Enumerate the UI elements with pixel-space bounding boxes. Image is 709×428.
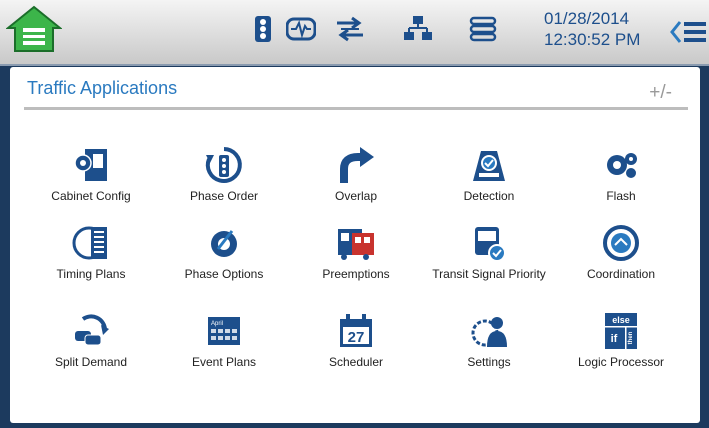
app-event-plans[interactable]: April Event Plans (164, 311, 284, 391)
app-settings[interactable]: Settings (429, 311, 549, 391)
app-label: Split Demand (54, 355, 128, 369)
signal-head-icon[interactable] (250, 14, 276, 44)
app-label: Preemptions (322, 267, 390, 281)
app-label: Phase Options (184, 267, 264, 281)
scheduler-calendar-icon: 27 (340, 314, 372, 347)
app-coordination[interactable]: Coordination (561, 223, 681, 303)
app-label: Overlap (334, 189, 378, 203)
home-icon (5, 5, 63, 52)
date-time-display: 01/28/2014 12:30:52 PM (544, 8, 664, 50)
app-label: Timing Plans (56, 267, 126, 281)
app-timing-plans[interactable]: Timing Plans (31, 223, 151, 303)
traffic-applications-panel: Traffic Applications +/- Cabinet Config … (10, 67, 700, 423)
app-label: Logic Processor (577, 355, 665, 369)
detection-icon (473, 151, 505, 181)
zoom-toggle-button[interactable]: +/- (649, 82, 672, 104)
flash-gears-icon (607, 153, 637, 178)
app-split-demand[interactable]: Split Demand (31, 311, 151, 391)
app-label: Phase Order (189, 189, 259, 203)
app-detection[interactable]: Detection (429, 145, 549, 225)
phase-options-icon (211, 230, 237, 257)
overlap-arrow-icon (340, 147, 374, 183)
split-demand-icon (75, 314, 109, 346)
logic-if-text: if (611, 333, 618, 345)
panel-title: Traffic Applications (27, 78, 178, 98)
app-label: Detection (463, 189, 515, 203)
home-button[interactable] (5, 4, 63, 54)
app-label: Event Plans (191, 355, 257, 369)
waveform-icon[interactable] (284, 14, 318, 44)
swap-arrows-icon[interactable] (333, 14, 367, 44)
logic-else-text: else (612, 315, 630, 325)
app-label: Settings (467, 355, 511, 369)
app-cabinet-config[interactable]: Cabinet Config (31, 145, 151, 225)
app-preemptions[interactable]: Preemptions (296, 223, 416, 303)
date-text: 01/28/2014 (544, 9, 630, 28)
transit-bus-icon (475, 227, 506, 262)
preemption-vehicles-icon (338, 229, 374, 260)
app-phase-order[interactable]: Phase Order (164, 145, 284, 225)
timing-plans-icon (72, 226, 107, 260)
calendar-day-text: 27 (348, 329, 365, 346)
title-divider (24, 107, 688, 110)
calendar-month-text: April (211, 321, 223, 327)
app-logic-processor[interactable]: else if then Logic Processor (561, 311, 681, 391)
app-flash[interactable]: Flash (561, 145, 681, 225)
app-scheduler[interactable]: 27 Scheduler (296, 311, 416, 391)
app-overlap[interactable]: Overlap (296, 145, 416, 225)
app-label: Transit Signal Priority (432, 267, 546, 281)
cabinet-gear-icon (74, 149, 107, 181)
logic-then-text: then (628, 331, 634, 344)
phase-order-icon (205, 147, 242, 183)
chevron-menu-icon (670, 21, 706, 43)
top-bar: 01/28/2014 12:30:52 PM (0, 0, 709, 66)
app-label: Flash (606, 189, 636, 203)
app-label: Coordination (586, 267, 656, 281)
logic-processor-icon: else if then (605, 313, 637, 349)
app-transit-signal-priority[interactable]: Transit Signal Priority (429, 223, 549, 303)
back-menu-button[interactable] (668, 14, 708, 50)
settings-person-icon (471, 317, 507, 347)
coordination-icon (603, 225, 639, 261)
app-phase-options[interactable]: Phase Options (164, 223, 284, 303)
network-icon[interactable] (401, 14, 435, 44)
app-label: Cabinet Config (51, 189, 131, 203)
time-text: 12:30:52 PM (544, 30, 641, 49)
app-label: Scheduler (328, 355, 384, 369)
event-calendar-icon: April (208, 317, 240, 345)
server-list-icon[interactable] (466, 14, 500, 44)
